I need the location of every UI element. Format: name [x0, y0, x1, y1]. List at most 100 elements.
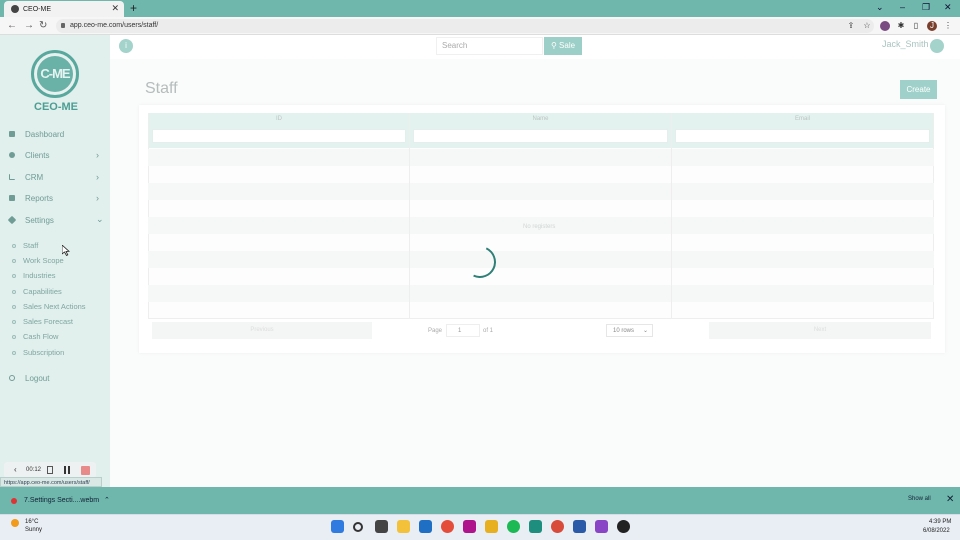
- power-icon: [9, 375, 15, 381]
- column-header-name[interactable]: Name: [410, 113, 671, 148]
- sidebar-item-clients[interactable]: Clients ›: [0, 148, 110, 164]
- sidebar-item-settings[interactable]: Settings ⌄: [0, 213, 110, 229]
- mouse-cursor-icon: [62, 245, 70, 256]
- trash-icon[interactable]: [47, 466, 53, 474]
- pause-icon[interactable]: [64, 466, 70, 474]
- logo-mark: C-ME: [37, 56, 73, 92]
- browser-menu-icon[interactable]: ⋮: [943, 21, 953, 31]
- screen-recorder-widget: ‹ 00:12: [4, 462, 96, 478]
- bullet-icon: [12, 259, 16, 263]
- chevron-up-icon[interactable]: ⌃: [104, 493, 110, 509]
- name-filter-input[interactable]: [413, 129, 668, 143]
- file-icon: [11, 498, 17, 504]
- minimize-button[interactable]: –: [900, 2, 905, 12]
- sale-button[interactable]: ⚲ Sale: [544, 37, 582, 55]
- stop-icon[interactable]: [81, 466, 90, 475]
- app-icon[interactable]: [529, 520, 542, 533]
- sidebar-item-crm[interactable]: CRM ›: [0, 170, 110, 186]
- create-button[interactable]: Create: [900, 80, 937, 99]
- settings-item-work-scope[interactable]: Work Scope: [0, 254, 110, 268]
- slack-icon[interactable]: [485, 520, 498, 533]
- logout-link[interactable]: Logout: [0, 371, 110, 387]
- table-row: [148, 149, 934, 166]
- settings-item-sales-forecast[interactable]: Sales Forecast: [0, 315, 110, 329]
- page-total-label: of 1: [483, 328, 494, 334]
- bullet-icon: [12, 290, 16, 294]
- user-avatar[interactable]: [930, 39, 944, 53]
- spotify-icon[interactable]: [507, 520, 520, 533]
- sidebar-item-dashboard[interactable]: Dashboard: [0, 127, 110, 143]
- rows-per-page-value: 10 rows: [613, 328, 635, 334]
- show-all-downloads-button[interactable]: Show all: [908, 496, 931, 502]
- url-text: app.ceo-me.com/users/staff/: [70, 22, 159, 29]
- table-row: [148, 183, 934, 200]
- home-icon: [9, 131, 15, 137]
- previous-page-button[interactable]: Previous: [152, 322, 372, 339]
- sidebar-item-label: CRM: [25, 173, 44, 182]
- logo[interactable]: C-ME: [31, 50, 79, 98]
- new-tab-button[interactable]: +: [130, 1, 137, 15]
- ceo-me-favicon-icon: [11, 5, 19, 13]
- next-page-button[interactable]: Next: [709, 322, 931, 339]
- chevron-left-icon[interactable]: ‹: [14, 465, 17, 474]
- reload-button[interactable]: ↻: [39, 20, 47, 31]
- media-app-icon[interactable]: [595, 520, 608, 533]
- settings-item-industries[interactable]: Industries: [0, 269, 110, 283]
- maximize-button[interactable]: ❐: [922, 2, 930, 13]
- chart-icon: [9, 174, 15, 180]
- outlook-icon[interactable]: [419, 520, 432, 533]
- username[interactable]: Jack_Smith: [882, 39, 929, 49]
- back-button[interactable]: ←: [7, 20, 17, 31]
- tab-close-icon[interactable]: ✕: [111, 3, 119, 14]
- share-icon[interactable]: ⇪: [846, 21, 856, 31]
- page-number-input[interactable]: 1: [446, 324, 480, 337]
- settings-item-subscription[interactable]: Subscription: [0, 346, 110, 360]
- start-menu-icon[interactable]: [331, 520, 344, 533]
- info-icon[interactable]: i: [119, 39, 133, 53]
- ar-app-icon[interactable]: [463, 520, 476, 533]
- sidebar-item-label: Settings: [25, 216, 54, 225]
- extensions-puzzle-icon[interactable]: ✱: [896, 21, 906, 31]
- settings-item-label: Industries: [23, 271, 56, 280]
- settings-item-label: Sales Forecast: [23, 317, 74, 326]
- close-window-button[interactable]: ✕: [944, 2, 952, 13]
- close-download-bar-icon[interactable]: ✕: [946, 494, 954, 505]
- sun-icon[interactable]: [11, 519, 19, 527]
- url-field[interactable]: app.ceo-me.com/users/staff/: [56, 19, 874, 33]
- empty-table-message: No registers: [523, 224, 556, 230]
- logout-label: Logout: [25, 374, 50, 383]
- settings-item-sales-next-actions[interactable]: Sales Next Actions: [0, 300, 110, 314]
- weather-temperature: 16°C: [25, 519, 39, 525]
- task-view-icon[interactable]: [375, 520, 388, 533]
- column-header-email[interactable]: Email: [672, 113, 933, 148]
- word-icon[interactable]: [573, 520, 586, 533]
- download-item[interactable]: 7.Settings Secti....webm ⌃: [6, 493, 114, 509]
- chrome-icon[interactable]: [441, 520, 454, 533]
- chrome-active-icon[interactable]: [551, 520, 564, 533]
- profile-avatar[interactable]: J: [927, 21, 937, 31]
- player-icon[interactable]: [617, 520, 630, 533]
- weather-condition: Sunny: [25, 527, 43, 533]
- id-filter-input[interactable]: [152, 129, 406, 143]
- search-taskbar-icon[interactable]: [353, 522, 363, 532]
- sidebar-panel-icon[interactable]: ▯: [911, 21, 921, 31]
- tab-title: CEO-ME: [23, 5, 51, 13]
- settings-item-cash-flow[interactable]: Cash Flow: [0, 330, 110, 344]
- download-bar: [0, 487, 960, 514]
- file-explorer-icon[interactable]: [397, 520, 410, 533]
- tab-search-icon[interactable]: ⌄: [876, 2, 884, 13]
- browser-tab[interactable]: CEO-ME ✕: [4, 1, 124, 17]
- recording-timer: 00:12: [26, 467, 42, 473]
- extension-icon[interactable]: [880, 21, 890, 31]
- rows-per-page-select[interactable]: 10 rows ⌄: [606, 324, 653, 337]
- settings-item-capabilities[interactable]: Capabilities: [0, 285, 110, 299]
- forward-button[interactable]: →: [24, 20, 34, 31]
- column-header-id[interactable]: ID: [149, 113, 409, 148]
- search-input[interactable]: Search: [436, 37, 543, 55]
- brand-name: CEO-ME: [34, 101, 78, 113]
- settings-item-staff[interactable]: Staff: [0, 239, 110, 253]
- bookmark-star-icon[interactable]: ☆: [862, 21, 872, 31]
- sidebar-item-reports[interactable]: Reports ›: [0, 191, 110, 207]
- column-divider: [409, 113, 410, 319]
- email-filter-input[interactable]: [675, 129, 930, 143]
